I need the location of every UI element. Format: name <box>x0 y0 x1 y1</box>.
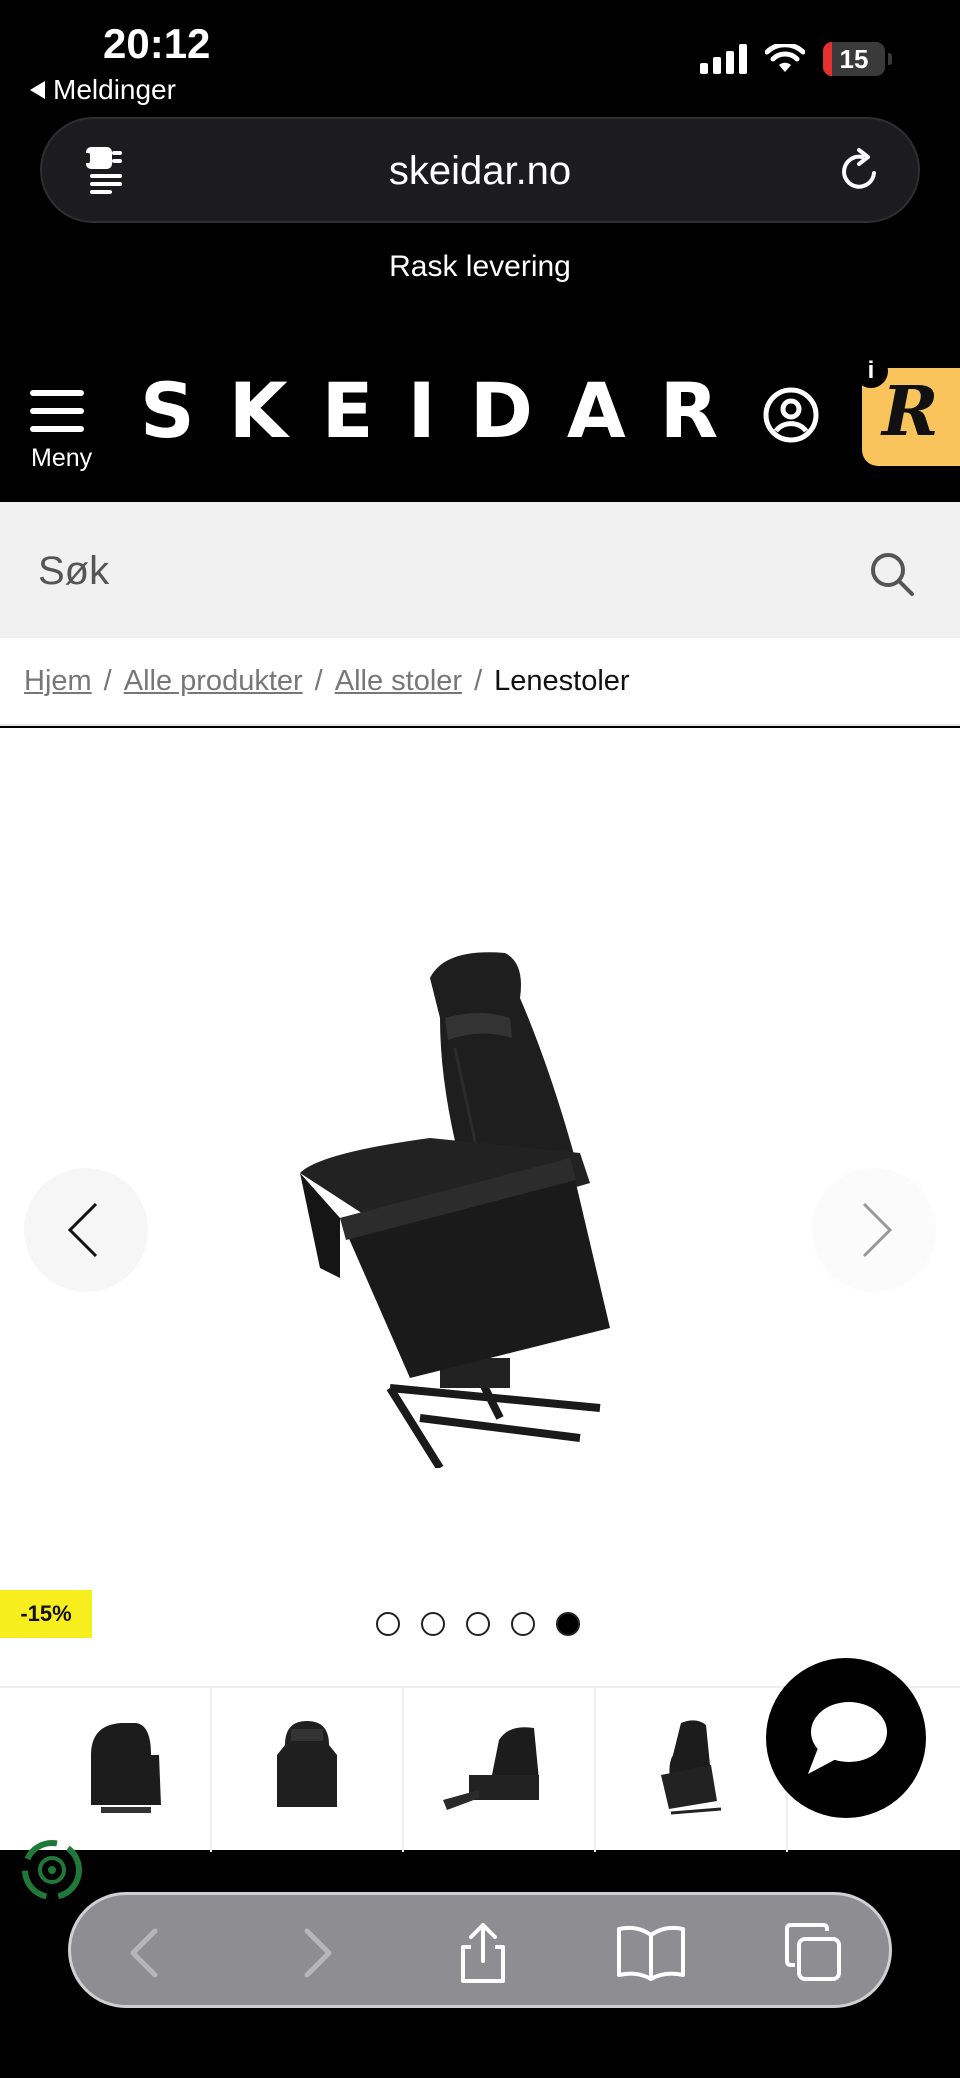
address-bar[interactable]: skeidar.no <box>40 117 920 223</box>
product-gallery: -15% <box>0 728 960 1900</box>
forward-icon[interactable] <box>283 1921 347 1985</box>
browser-toolbar <box>68 1892 892 2008</box>
breadcrumb: Hjem / Alle produkter / Alle stoler / Le… <box>0 638 960 726</box>
breadcrumb-current: Lenestoler <box>494 664 630 697</box>
gallery-dot[interactable] <box>511 1612 535 1636</box>
breadcrumb-link-home[interactable]: Hjem <box>24 665 92 698</box>
thumbnail[interactable] <box>404 1686 596 1852</box>
product-image[interactable] <box>280 948 680 1468</box>
breadcrumb-separator: / <box>474 664 483 697</box>
search-bar <box>0 502 960 638</box>
thumbnail[interactable] <box>596 1686 788 1852</box>
breadcrumb-separator: / <box>103 664 112 697</box>
back-arrow-icon <box>30 81 45 99</box>
gallery-pagination <box>376 1612 580 1636</box>
tabs-icon[interactable] <box>781 1921 845 1985</box>
gallery-dot[interactable] <box>376 1612 400 1636</box>
discount-badge: -15% <box>0 1590 92 1638</box>
breadcrumb-separator: / <box>314 664 323 697</box>
chevron-right-icon <box>862 1202 893 1258</box>
status-bar: 20:12 Meldinger 15 <box>0 0 960 112</box>
search-icon[interactable] <box>868 550 916 598</box>
thumbnail[interactable] <box>212 1686 404 1852</box>
menu-label: Meny <box>31 444 93 472</box>
url-host: skeidar.no <box>388 149 572 193</box>
loyalty-badge-letter: R <box>882 372 939 452</box>
gallery-dot[interactable] <box>421 1612 445 1636</box>
menu-button[interactable]: Meny <box>30 390 96 473</box>
back-to-app-label: Meldinger <box>53 74 176 105</box>
share-icon[interactable] <box>451 1921 515 1985</box>
recycle-icon[interactable] <box>16 1834 88 1906</box>
info-icon[interactable]: i <box>854 354 888 388</box>
battery-icon: 15 <box>823 42 892 76</box>
user-account-icon[interactable] <box>762 386 820 444</box>
cellular-signal-icon <box>700 44 747 74</box>
breadcrumb-link-all-chairs[interactable]: Alle stoler <box>335 665 462 698</box>
thumbnail[interactable] <box>0 1686 212 1852</box>
gallery-dot-active[interactable] <box>556 1612 580 1636</box>
site-logo[interactable]: SKEIDAR <box>140 366 752 455</box>
search-input[interactable] <box>38 536 818 606</box>
breadcrumb-link-all-products[interactable]: Alle produkter <box>124 665 303 698</box>
site-header: Meny SKEIDAR R i <box>0 340 960 502</box>
reload-icon[interactable] <box>832 143 888 199</box>
promo-banner: Rask levering <box>389 250 571 283</box>
gallery-prev-button[interactable] <box>24 1168 148 1292</box>
status-time: 20:12 <box>103 20 211 67</box>
chevron-left-icon <box>67 1202 98 1258</box>
battery-fill <box>823 42 833 76</box>
wifi-icon <box>765 44 805 72</box>
back-icon[interactable] <box>115 1921 179 1985</box>
loyalty-badge[interactable]: R i <box>854 354 960 466</box>
chat-button[interactable] <box>766 1658 926 1818</box>
back-to-app-link[interactable]: Meldinger <box>30 74 176 106</box>
battery-level: 15 <box>839 43 869 74</box>
gallery-dot[interactable] <box>466 1612 490 1636</box>
chat-bubble-icon <box>808 1702 887 1774</box>
hamburger-icon <box>30 390 96 432</box>
gallery-next-button[interactable] <box>812 1168 936 1292</box>
bookmarks-icon[interactable] <box>615 1921 687 1985</box>
